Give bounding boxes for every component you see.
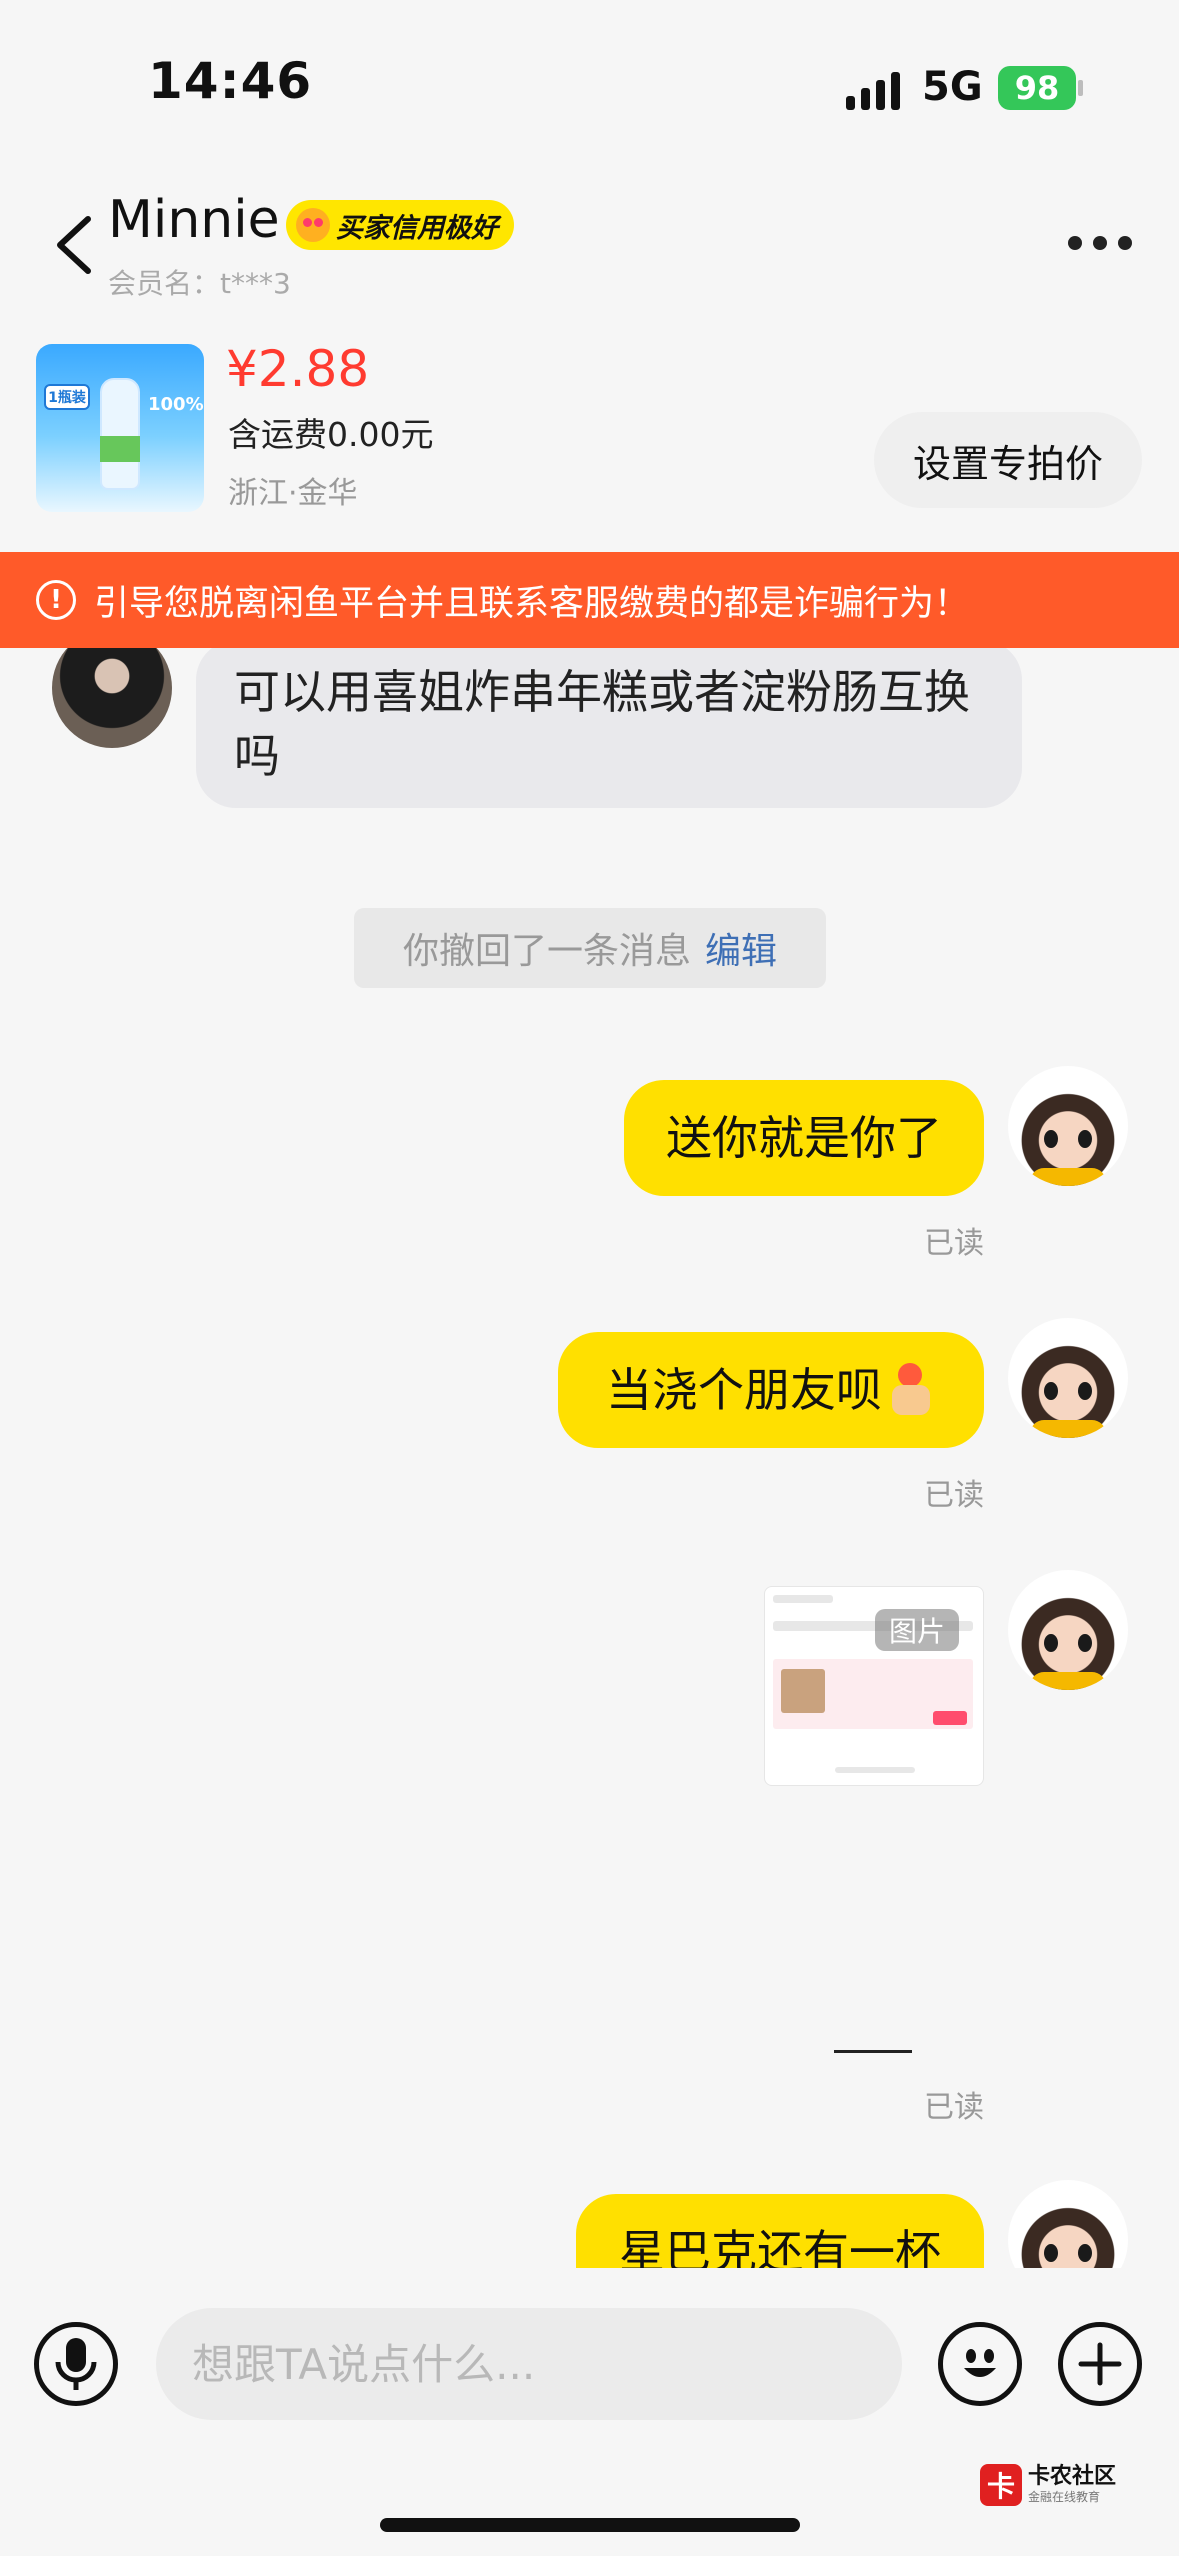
outgoing-message[interactable]: 当浇个朋友呗	[558, 1332, 984, 1448]
home-indicator[interactable]	[380, 2518, 800, 2532]
product-thumbnail[interactable]: 1瓶装 100%	[36, 344, 204, 512]
bottle-label	[100, 436, 140, 462]
recall-notice: 你撤回了一条消息 编辑	[354, 908, 826, 988]
add-attachment-button[interactable]	[1058, 2322, 1142, 2406]
microphone-icon	[55, 2338, 97, 2390]
image-tag: 图片	[875, 1609, 959, 1651]
my-avatar[interactable]	[1008, 1066, 1128, 1186]
fraud-warning-banner: ! 引导您脱离闲鱼平台并且联系客服缴费的都是诈骗行为！	[0, 552, 1179, 648]
voice-button[interactable]	[34, 2322, 118, 2406]
more-options-icon[interactable]	[1068, 236, 1132, 252]
my-avatar[interactable]	[1008, 1570, 1128, 1690]
bottle-illustration	[100, 378, 140, 490]
battery-level: 98	[1014, 69, 1060, 107]
battery-tip	[1078, 80, 1083, 96]
product-shipping: 含运费0.00元	[228, 415, 434, 454]
flower-emoji-icon	[888, 1363, 936, 1417]
credit-badge-label: 买家信用极好	[336, 212, 498, 244]
plus-icon	[1078, 2342, 1122, 2386]
watermark-logo: 卡	[980, 2464, 1022, 2506]
set-special-price-button[interactable]: 设置专拍价	[874, 412, 1142, 508]
outgoing-message[interactable]: 送你就是你了	[624, 1080, 984, 1196]
product-location: 浙江·金华	[228, 476, 358, 511]
shared-image-message[interactable]: 图片	[764, 1586, 984, 1786]
contact-name: Minnie	[108, 190, 280, 250]
read-receipt: 已读	[924, 1226, 984, 1261]
network-type: 5G	[922, 64, 983, 110]
read-receipt: 已读	[924, 2090, 984, 2125]
status-time: 14:46	[148, 52, 313, 110]
watermark: 卡 卡农社区 金融在线教育	[980, 2464, 1116, 2506]
watermark-title: 卡农社区	[1028, 2463, 1117, 2489]
member-id: 会员名：t***3	[108, 267, 291, 300]
warning-icon: !	[36, 580, 76, 620]
credit-badge: 买家信用极好	[286, 200, 514, 250]
heart-eyes-icon	[296, 208, 330, 242]
back-arrow-icon[interactable]	[52, 215, 96, 275]
message-input[interactable]	[156, 2308, 902, 2420]
image-underline	[834, 2050, 912, 2053]
recall-text: 你撤回了一条消息	[402, 931, 691, 972]
warning-text: 引导您脱离闲鱼平台并且联系客服缴费的都是诈骗行为！	[94, 583, 970, 624]
product-price: ¥2.88	[226, 340, 370, 398]
thumb-percent: 100%	[148, 394, 204, 415]
read-receipt: 已读	[924, 1478, 984, 1513]
signal-icon	[846, 70, 902, 110]
incoming-message[interactable]: 可以用喜姐炸串年糕或者淀粉肠互换吗	[196, 640, 1022, 808]
message-text: 当浇个朋友呗	[606, 1363, 882, 1417]
my-avatar[interactable]	[1008, 1318, 1128, 1438]
battery-icon: 98	[998, 66, 1076, 110]
watermark-subtitle: 金融在线教育	[1028, 2489, 1101, 2504]
smiley-icon	[964, 2349, 996, 2377]
emoji-button[interactable]	[938, 2322, 1022, 2406]
thumb-tag: 1瓶装	[44, 384, 90, 410]
recall-edit-link[interactable]: 编辑	[705, 922, 777, 974]
